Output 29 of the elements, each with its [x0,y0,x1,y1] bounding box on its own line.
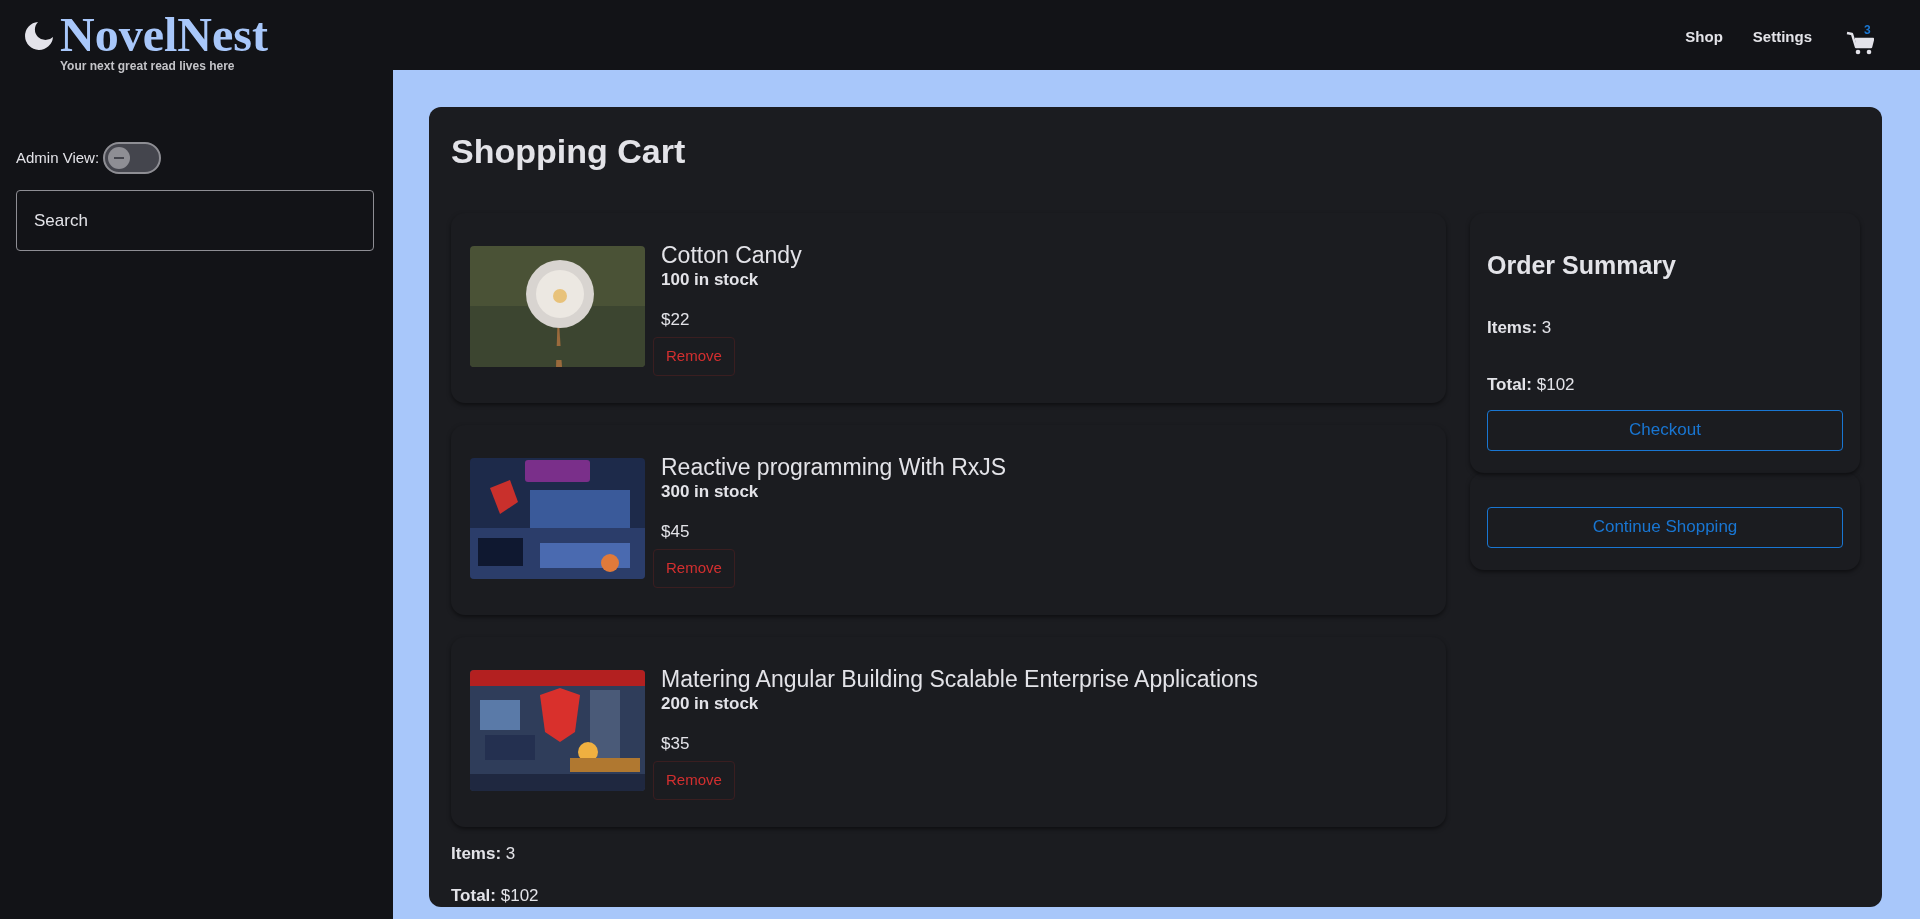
checkout-button[interactable]: Checkout [1487,409,1843,451]
stock-count: 300 in stock [660,481,759,503]
book-title: Matering Angular Building Scalable Enterprise Applications [660,665,1259,693]
stock-count: 200 in stock [660,693,759,715]
cart-count: 3 [1864,23,1871,37]
items-count: Items: 3 [451,843,517,865]
moon-icon [22,21,54,51]
book-price: $45 [660,521,690,543]
remove-button[interactable]: Remove [653,761,735,800]
tagline: Your next great read lives here [59,59,236,73]
logo-text[interactable]: NovelNest [60,11,268,59]
items-count: Items: 3 [1487,316,1553,339]
remove-button[interactable]: Remove [653,337,735,376]
book-title: Reactive programming With RxJS [660,453,1007,481]
stock-count: 100 in stock [660,269,759,291]
page-title: Shopping Cart [451,131,687,172]
search-field[interactable]: Search [16,190,374,251]
nav-link[interactable]: Settings [1752,25,1812,49]
book-title: Cotton Candy [660,241,802,269]
total-price: Total: $102 [1487,374,1576,396]
total-price: Total: $102 [451,884,540,907]
summary-title: Order Summary [1487,250,1677,281]
admin-toggle[interactable] [103,142,162,174]
nav-link[interactable]: Shop [1685,25,1723,49]
admin-view-label: Admin View: [16,147,100,168]
book-price: $35 [660,733,690,755]
continue-shopping-button[interactable]: Continue Shopping [1487,506,1843,548]
remove-button[interactable]: Remove [653,549,735,588]
book-price: $22 [660,309,690,331]
